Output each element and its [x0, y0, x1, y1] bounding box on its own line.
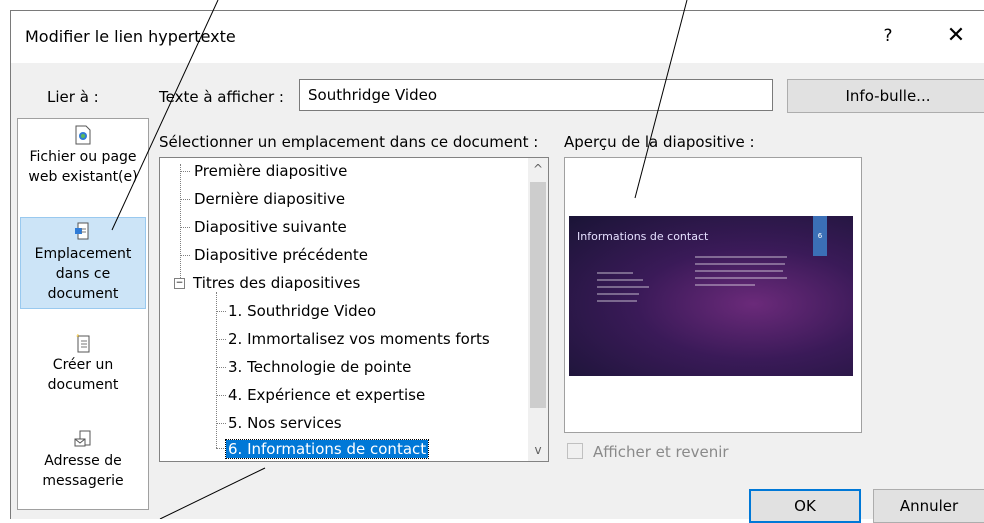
sidebar-item-label: Fichier ou page web existant(e): [28, 149, 138, 185]
tree-item[interactable]: Dernière diapositive: [192, 186, 347, 212]
tree-item-label: Diapositive précédente: [194, 246, 368, 264]
tree-item-label: 4. Expérience et expertise: [228, 386, 426, 404]
tree-item-label: 5. Nos services: [228, 414, 342, 432]
collapse-expander-icon[interactable]: −: [174, 278, 185, 289]
sidebar-item-create-new[interactable]: Créer un document: [20, 333, 146, 395]
tree-item-selected[interactable]: 6. Informations de contact: [224, 436, 430, 461]
help-button[interactable]: ?: [873, 21, 903, 51]
tree-item-group[interactable]: − Titres des diapositives: [174, 270, 362, 296]
sidebar-item-label: Emplacement dans ce document: [34, 246, 132, 302]
show-and-return-label: Afficher et revenir: [593, 443, 729, 461]
show-and-return-checkbox[interactable]: [567, 443, 583, 459]
tree-item-label: 1. Southridge Video: [228, 302, 377, 320]
cancel-button[interactable]: Annuler: [873, 489, 984, 523]
select-location-label: Sélectionner un emplacement dans ce docu…: [159, 133, 539, 151]
tree-item-label: 3. Technologie de pointe: [228, 358, 412, 376]
sidebar-item-email[interactable]: Adresse de messagerie: [20, 429, 146, 491]
slide-preview: Informations de contact 6: [564, 157, 862, 433]
tree-item-label: 6. Informations de contact: [224, 439, 430, 459]
slide-thumbnail: Informations de contact 6: [569, 216, 853, 376]
tree-item-label: Titres des diapositives: [193, 274, 361, 292]
sidebar-item-place-in-document[interactable]: Emplacement dans ce document: [20, 217, 146, 309]
sidebar-item-existing-file[interactable]: Fichier ou page web existant(e): [20, 125, 146, 187]
scroll-down-icon[interactable]: v: [528, 439, 548, 461]
tree-item[interactable]: Première diapositive: [192, 158, 349, 184]
tree-item-label: Première diapositive: [194, 162, 348, 180]
tree-item-label: Diapositive suivante: [194, 218, 347, 236]
link-to-label: Lier à :: [47, 88, 99, 106]
title-bar: Modifier le lien hypertexte ? ✕: [11, 11, 984, 63]
dialog-title: Modifier le lien hypertexte: [25, 27, 236, 46]
sidebar-item-label: Créer un document: [47, 357, 119, 393]
tree-scrollbar[interactable]: ^ v: [528, 158, 548, 461]
file-web-icon: [75, 125, 91, 145]
tree-item[interactable]: Diapositive suivante: [192, 214, 349, 240]
tree-item[interactable]: 1. Southridge Video: [226, 298, 378, 324]
tree-item[interactable]: 5. Nos services: [226, 410, 344, 436]
tooltip-button[interactable]: Info-bulle...: [787, 79, 984, 113]
email-icon: [74, 430, 91, 447]
tree-item[interactable]: 2. Immortalisez vos moments forts: [226, 326, 492, 352]
sidebar-item-label: Adresse de messagerie: [42, 453, 124, 489]
text-display-input[interactable]: [299, 79, 773, 111]
slide-number: 6: [813, 216, 827, 256]
text-display-label: Texte à afficher :: [159, 88, 284, 106]
hyperlink-dialog: Modifier le lien hypertexte ? ✕ Lier à :…: [10, 10, 984, 523]
close-icon[interactable]: ✕: [941, 21, 971, 51]
link-to-sidebar: Fichier ou page web existant(e) Emplacem…: [17, 118, 149, 510]
new-document-icon: [76, 334, 90, 353]
tree-item-label: 2. Immortalisez vos moments forts: [228, 330, 490, 348]
ok-button[interactable]: OK: [749, 489, 861, 523]
tree-item[interactable]: 3. Technologie de pointe: [226, 354, 413, 380]
scroll-thumb[interactable]: [530, 182, 546, 408]
tree-item[interactable]: Diapositive précédente: [192, 242, 370, 268]
scroll-up-icon[interactable]: ^: [528, 158, 548, 180]
document-place-icon: [75, 222, 89, 240]
slide-title: Informations de contact: [577, 230, 709, 243]
tree-item-label: Dernière diapositive: [194, 190, 346, 208]
document-location-tree[interactable]: Première diapositive Dernière diapositiv…: [159, 157, 549, 462]
tree-item[interactable]: 4. Expérience et expertise: [226, 382, 427, 408]
slide-preview-label: Aperçu de la diapositive :: [564, 133, 755, 151]
